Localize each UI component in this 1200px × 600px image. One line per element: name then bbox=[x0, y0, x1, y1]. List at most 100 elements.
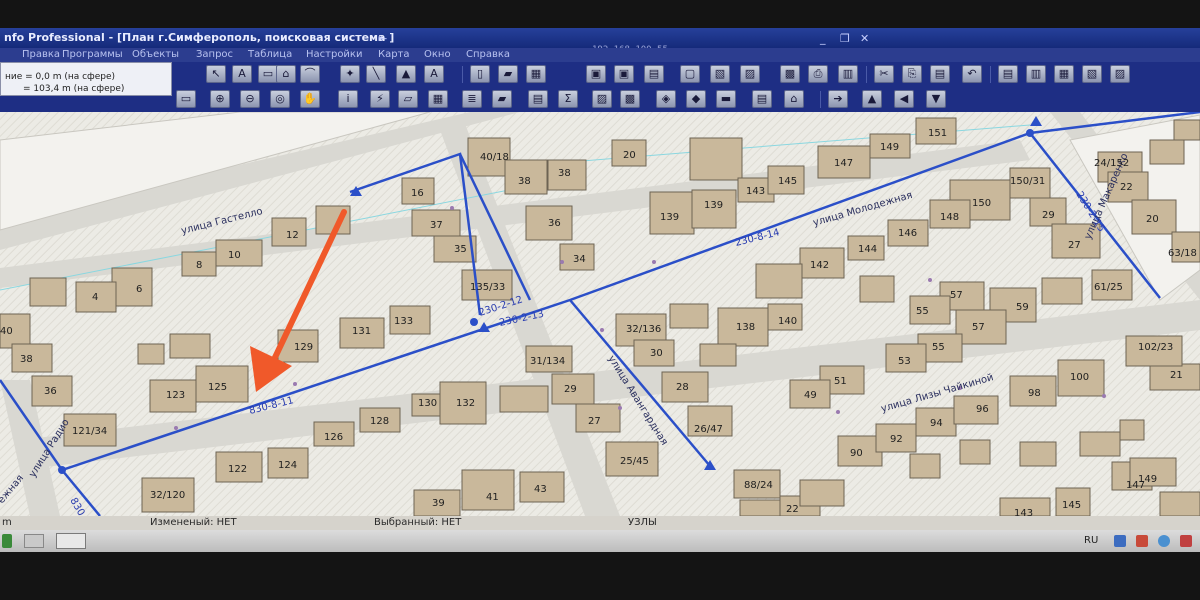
new-window-icon[interactable]: ▢ bbox=[680, 65, 700, 83]
arrow-right-icon[interactable]: ➔ bbox=[828, 90, 848, 108]
erase-icon[interactable]: ▬ bbox=[716, 90, 736, 108]
copy-icon[interactable]: ⎘ bbox=[902, 65, 922, 83]
menu-table[interactable]: Таблица bbox=[248, 49, 292, 60]
house-number: 124 bbox=[278, 460, 297, 471]
restore-icon[interactable]: ❐ bbox=[840, 32, 850, 45]
taskbar-window-button[interactable] bbox=[56, 533, 86, 549]
house-number: 8 bbox=[196, 260, 202, 271]
house-number: 145 bbox=[1062, 500, 1081, 511]
update-icon[interactable] bbox=[1158, 535, 1170, 547]
status-nodes: УЗЛЫ bbox=[628, 517, 657, 528]
paste-icon[interactable]: ▤ bbox=[930, 65, 950, 83]
drag-map-icon[interactable]: ▰ bbox=[492, 90, 512, 108]
hotlink-icon[interactable]: ⚡ bbox=[370, 90, 390, 108]
cut-icon[interactable]: ✂ bbox=[874, 65, 894, 83]
arrow-down-icon[interactable]: ▼ bbox=[926, 90, 946, 108]
language-indicator[interactable]: RU bbox=[1084, 535, 1098, 546]
menu-programs[interactable]: Программы bbox=[62, 49, 123, 60]
layers-icon[interactable]: ≣ bbox=[462, 90, 482, 108]
close-icon[interactable]: ✕ bbox=[860, 32, 869, 45]
map-window-icon[interactable]: ▧ bbox=[710, 65, 730, 83]
measure-line-2: = 103,4 m (на сфере) bbox=[23, 84, 125, 94]
create-thematic-icon[interactable]: ▨ bbox=[592, 90, 612, 108]
new-document-icon[interactable]: ▯ bbox=[470, 65, 490, 83]
arrow-up-icon[interactable]: ▲ bbox=[862, 90, 882, 108]
region-tool-icon[interactable]: ▲ bbox=[396, 65, 416, 83]
house-number: 139 bbox=[660, 212, 679, 223]
line-tool-icon[interactable]: ╲ bbox=[366, 65, 386, 83]
info-window-icon[interactable]: ▨ bbox=[1110, 65, 1130, 83]
sum-icon[interactable]: Σ bbox=[558, 90, 578, 108]
house-number: 43 bbox=[534, 484, 547, 495]
show-table-icon[interactable]: ▤ bbox=[528, 90, 548, 108]
house-number: 22 bbox=[1120, 182, 1133, 193]
zoom-in-icon[interactable]: ⊕ bbox=[210, 90, 230, 108]
pin-icon[interactable]: ⇤ bbox=[378, 32, 387, 45]
info-tool-icon[interactable]: i bbox=[338, 90, 358, 108]
split-icon[interactable]: ◆ bbox=[686, 90, 706, 108]
change-view-icon[interactable]: ◎ bbox=[270, 90, 290, 108]
polyline-tool-icon[interactable]: ⌒ bbox=[300, 65, 320, 83]
house-number: 129 bbox=[294, 342, 313, 353]
layout-window-icon[interactable]: ▨ bbox=[740, 65, 760, 83]
save-as-icon[interactable]: ▣ bbox=[614, 65, 634, 83]
map-canvas[interactable]: улица Гастелло улица Молодежная улица Ав… bbox=[0, 112, 1200, 516]
graph-icon[interactable]: ▥ bbox=[1026, 65, 1046, 83]
house-number: 40 bbox=[0, 326, 13, 337]
layer-control-icon[interactable]: ▦ bbox=[428, 90, 448, 108]
menu-query[interactable]: Запрос bbox=[196, 49, 233, 60]
text-tool-icon[interactable]: A bbox=[232, 65, 252, 83]
house-number: 20 bbox=[1146, 214, 1159, 225]
open-folder-icon[interactable]: ▰ bbox=[498, 65, 518, 83]
house-number: 126 bbox=[324, 432, 343, 443]
menu-map[interactable]: Карта bbox=[378, 49, 410, 60]
house-number: 10 bbox=[228, 250, 241, 261]
antivirus-icon[interactable] bbox=[1180, 535, 1192, 547]
table-list-icon[interactable]: ▤ bbox=[752, 90, 772, 108]
close-table-icon[interactable]: ▤ bbox=[644, 65, 664, 83]
polygon-tool-icon[interactable]: ⌂ bbox=[276, 65, 296, 83]
menu-settings[interactable]: Настройки bbox=[306, 49, 362, 60]
grabber-icon[interactable]: ✋ bbox=[300, 90, 320, 108]
rectangle-tool-icon[interactable]: ▭ bbox=[258, 65, 278, 83]
minimize-icon[interactable]: _ bbox=[820, 32, 826, 45]
house-number: 32/136 bbox=[626, 324, 661, 335]
undo-icon[interactable]: ↶ bbox=[962, 65, 982, 83]
menu-objects[interactable]: Объекты bbox=[132, 49, 179, 60]
house-number: 150 bbox=[972, 198, 991, 209]
map-window[interactable]: улица Гастелло улица Молодежная улица Ав… bbox=[0, 112, 1200, 516]
save-icon[interactable]: ▣ bbox=[586, 65, 606, 83]
house-number: 88/24 bbox=[744, 480, 773, 491]
open-workspace-icon[interactable]: ▦ bbox=[526, 65, 546, 83]
house-number: 25/45 bbox=[620, 456, 649, 467]
menu-edit[interactable]: Правка bbox=[22, 49, 60, 60]
menu-help[interactable]: Справка bbox=[466, 49, 510, 60]
label-tool-icon[interactable]: A bbox=[424, 65, 444, 83]
print-preview-icon[interactable]: ▩ bbox=[780, 65, 800, 83]
house-number: 55 bbox=[932, 342, 945, 353]
export-icon[interactable]: ▥ bbox=[838, 65, 858, 83]
ruler-icon[interactable]: ▱ bbox=[398, 90, 418, 108]
arrow-left-icon[interactable]: ◀ bbox=[894, 90, 914, 108]
select-arrow-icon[interactable]: ↖ bbox=[206, 65, 226, 83]
menu-window[interactable]: Окно bbox=[424, 49, 451, 60]
buffer-icon[interactable]: ◈ bbox=[656, 90, 676, 108]
print-icon[interactable]: ⎙ bbox=[808, 65, 828, 83]
house-number: 24/152 bbox=[1094, 158, 1129, 169]
security-icon[interactable] bbox=[1136, 535, 1148, 547]
zoom-out-icon[interactable]: ⊖ bbox=[240, 90, 260, 108]
quicklaunch-icon[interactable] bbox=[24, 534, 44, 548]
statistics-icon[interactable]: ▧ bbox=[1082, 65, 1102, 83]
redistrict-icon[interactable]: ▩ bbox=[620, 90, 640, 108]
start-icon[interactable] bbox=[2, 534, 12, 548]
home-icon[interactable]: ⌂ bbox=[784, 90, 804, 108]
reshape-tool-icon[interactable]: ✦ bbox=[340, 65, 360, 83]
hand-tool-icon[interactable]: ▭ bbox=[176, 90, 196, 108]
browser-icon[interactable]: ▤ bbox=[998, 65, 1018, 83]
house-number: 63/18 bbox=[1168, 248, 1197, 259]
house-number: 41 bbox=[486, 492, 499, 503]
network-icon[interactable] bbox=[1114, 535, 1126, 547]
legend-icon[interactable]: ▦ bbox=[1054, 65, 1074, 83]
house-number: 26/47 bbox=[694, 424, 723, 435]
house-number: 39 bbox=[432, 498, 445, 509]
